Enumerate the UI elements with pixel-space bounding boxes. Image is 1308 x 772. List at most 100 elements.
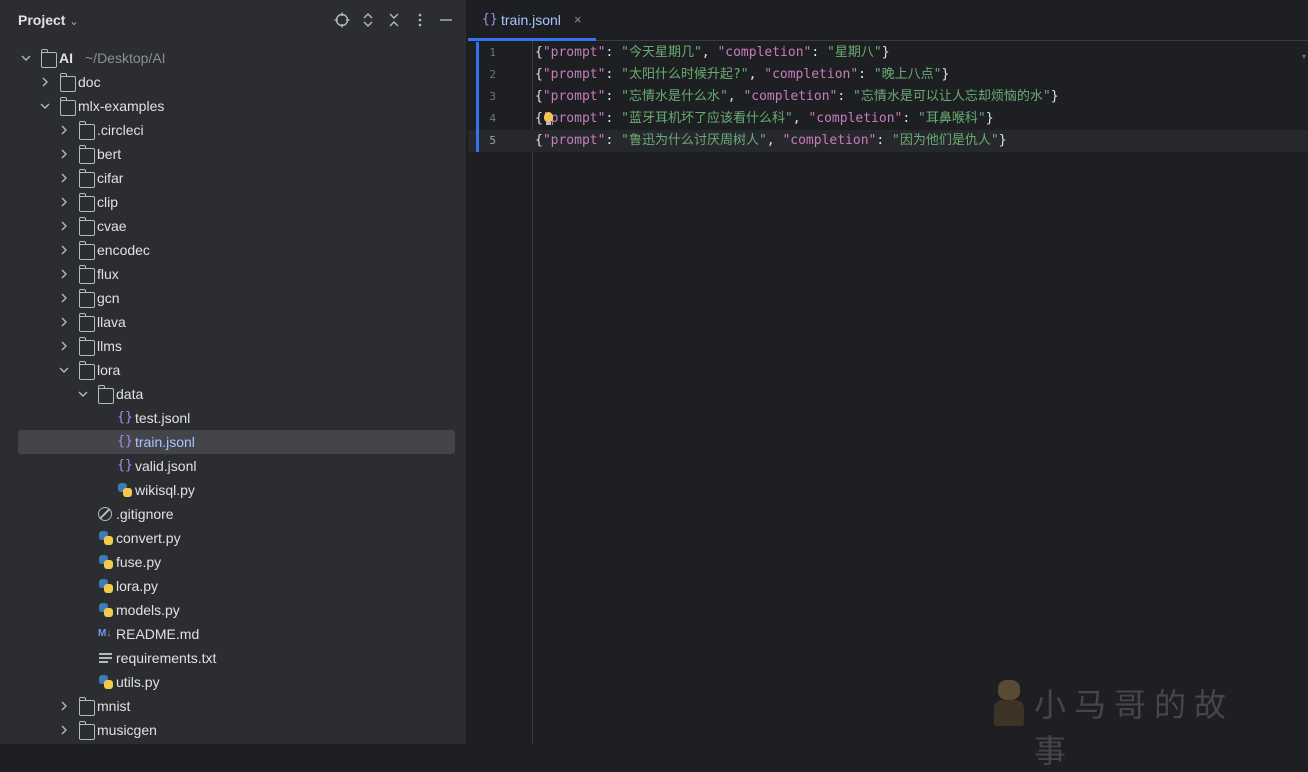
json-file-icon: {} (117, 434, 133, 449)
folder-icon (78, 361, 95, 380)
json-key: "prompt" (542, 45, 606, 60)
tree-item-wikisql-py[interactable]: wikisql.py (0, 478, 467, 502)
tree-item-convert-py[interactable]: convert.py (0, 526, 467, 550)
json-string: 忘情水是可以让人忘却烦恼的水 (860, 89, 1043, 104)
locate-icon[interactable] (334, 12, 350, 28)
tree-item-requirements-txt[interactable]: requirements.txt (0, 646, 467, 670)
project-panel: Project ⌄ AI ~/Desktop/AI doc mlx-examples .c… (0, 0, 467, 744)
selection-highlight (18, 430, 455, 454)
tree-item-data[interactable]: data (0, 382, 467, 406)
tree-item-models-py[interactable]: models.py (0, 598, 467, 622)
tree-item-circleci[interactable]: .circleci (0, 118, 467, 142)
tree-item-label: musicgen (97, 722, 157, 738)
tree-item-utils-py[interactable]: utils.py (0, 670, 467, 694)
chevron-right-icon[interactable] (39, 70, 51, 94)
tab-train-jsonl[interactable]: {} train.jsonl × (468, 0, 596, 41)
tree-item-llms[interactable]: llms (0, 334, 467, 358)
chevron-right-icon[interactable] (58, 166, 70, 190)
tree-item-train-jsonl[interactable]: {} train.jsonl (0, 430, 467, 454)
folder-icon (78, 697, 95, 716)
code-line[interactable]: 2 {"prompt": "太阳什么时候升起?", "completion": "… (468, 64, 1308, 86)
code-text[interactable]: {"prompt": "太阳什么时候升起?", "completion": "晚… (535, 64, 949, 86)
tree-item-lora[interactable]: lora (0, 358, 467, 382)
folder-icon (78, 337, 95, 356)
tree-item-fuse-py[interactable]: fuse.py (0, 550, 467, 574)
chevron-down-icon: ⌄ (69, 16, 79, 28)
tree-item-ai[interactable]: AI ~/Desktop/AI (0, 46, 467, 70)
tree-item-label: .gitignore (116, 506, 174, 522)
expand-all-icon[interactable] (360, 12, 376, 28)
tree-item-mlx-examples[interactable]: mlx-examples (0, 94, 467, 118)
tree-item-label: encodec (97, 242, 150, 258)
chevron-right-icon[interactable] (58, 190, 70, 214)
tab-label: train.jsonl (501, 12, 561, 28)
folder-icon (78, 193, 95, 212)
tree-item-label: utils.py (116, 674, 160, 690)
code-text[interactable]: {"prompt": "蓝牙耳机坏了应该看什么科", "completion":… (535, 108, 994, 130)
more-options-icon[interactable] (412, 12, 428, 28)
folder-icon (78, 265, 95, 284)
code-line[interactable]: 5 {"prompt": "鲁迅为什么讨厌周树人", "completion": … (468, 130, 1308, 152)
tree-item-label: train.jsonl (135, 434, 195, 450)
tree-item-gitignore[interactable]: .gitignore (0, 502, 467, 526)
collapse-all-icon[interactable] (386, 12, 402, 28)
chevron-right-icon[interactable] (58, 718, 70, 742)
tree-item-clip[interactable]: clip (0, 190, 467, 214)
json-file-icon: {} (117, 458, 133, 473)
line-number: 1 (489, 46, 496, 59)
code-line[interactable]: 4 {"prompt": "蓝牙耳机坏了应该看什么科", "completion"… (468, 108, 1308, 130)
chevron-right-icon[interactable] (58, 286, 70, 310)
tree-item-lora-py[interactable]: lora.py (0, 574, 467, 598)
chevron-down-icon[interactable] (39, 94, 51, 118)
code-line[interactable]: 3 {"prompt": "忘情水是什么水", "completion": "忘情… (468, 86, 1308, 108)
json-key: "prompt" (542, 133, 606, 148)
tree-item-test-jsonl[interactable]: {} test.jsonl (0, 406, 467, 430)
chevron-right-icon[interactable] (58, 334, 70, 358)
tree-item-label: llava (97, 314, 126, 330)
tree-item-mnist[interactable]: mnist (0, 694, 467, 718)
python-file-icon (98, 578, 114, 594)
markdown-file-icon: M↓ (98, 628, 112, 639)
chevron-right-icon[interactable] (58, 142, 70, 166)
chevron-down-icon[interactable] (77, 382, 89, 406)
chevron-right-icon[interactable] (58, 118, 70, 142)
chevron-down-icon[interactable] (58, 358, 70, 382)
chevron-right-icon[interactable] (58, 214, 70, 238)
python-file-icon (98, 674, 114, 690)
tree-item-cifar[interactable]: cifar (0, 166, 467, 190)
tree-item-doc[interactable]: doc (0, 70, 467, 94)
chevron-right-icon[interactable] (58, 262, 70, 286)
code-text[interactable]: {"prompt": "鲁迅为什么讨厌周树人", "completion": "… (535, 130, 1007, 152)
json-key: "completion" (743, 89, 838, 104)
code-text[interactable]: {"prompt": "今天星期几", "completion": "星期八"} (535, 42, 890, 64)
tree-item-label: cvae (97, 218, 127, 234)
code-line[interactable]: 1 {"prompt": "今天星期几", "completion": "星期八"… (468, 42, 1308, 64)
tree-item-cvae[interactable]: cvae (0, 214, 467, 238)
watermark: 小马哥的故事 (980, 668, 1250, 770)
intention-bulb-icon[interactable] (544, 112, 553, 125)
project-header: Project ⌄ (0, 0, 467, 42)
tree-item-label: lora (97, 362, 121, 378)
chevron-right-icon[interactable] (58, 310, 70, 334)
project-title-dropdown[interactable]: Project ⌄ (18, 12, 79, 28)
tree-item-encodec[interactable]: encodec (0, 238, 467, 262)
tree-item-flux[interactable]: flux (0, 262, 467, 286)
hide-panel-icon[interactable] (438, 12, 454, 28)
tree-item-label: lora.py (116, 578, 159, 594)
chevron-right-icon[interactable] (58, 694, 70, 718)
tree-item-bert[interactable]: bert (0, 142, 467, 166)
tree-item-musicgen[interactable]: musicgen (0, 718, 467, 742)
chevron-down-icon[interactable] (20, 46, 32, 70)
folder-icon (97, 385, 114, 404)
tree-item-label: models.py (116, 602, 180, 618)
tree-item-valid-jsonl[interactable]: {} valid.jsonl (0, 454, 467, 478)
line-number: 3 (489, 90, 496, 103)
tree-item-label: valid.jsonl (135, 458, 197, 474)
close-icon[interactable]: × (574, 12, 582, 27)
tree-item-readme-md[interactable]: M↓ README.md (0, 622, 467, 646)
tree-item-llava[interactable]: llava (0, 310, 467, 334)
tree-item-gcn[interactable]: gcn (0, 286, 467, 310)
code-text[interactable]: {"prompt": "忘情水是什么水", "completion": "忘情水… (535, 86, 1059, 108)
chevron-right-icon[interactable] (58, 238, 70, 262)
line-number: 2 (489, 68, 496, 81)
